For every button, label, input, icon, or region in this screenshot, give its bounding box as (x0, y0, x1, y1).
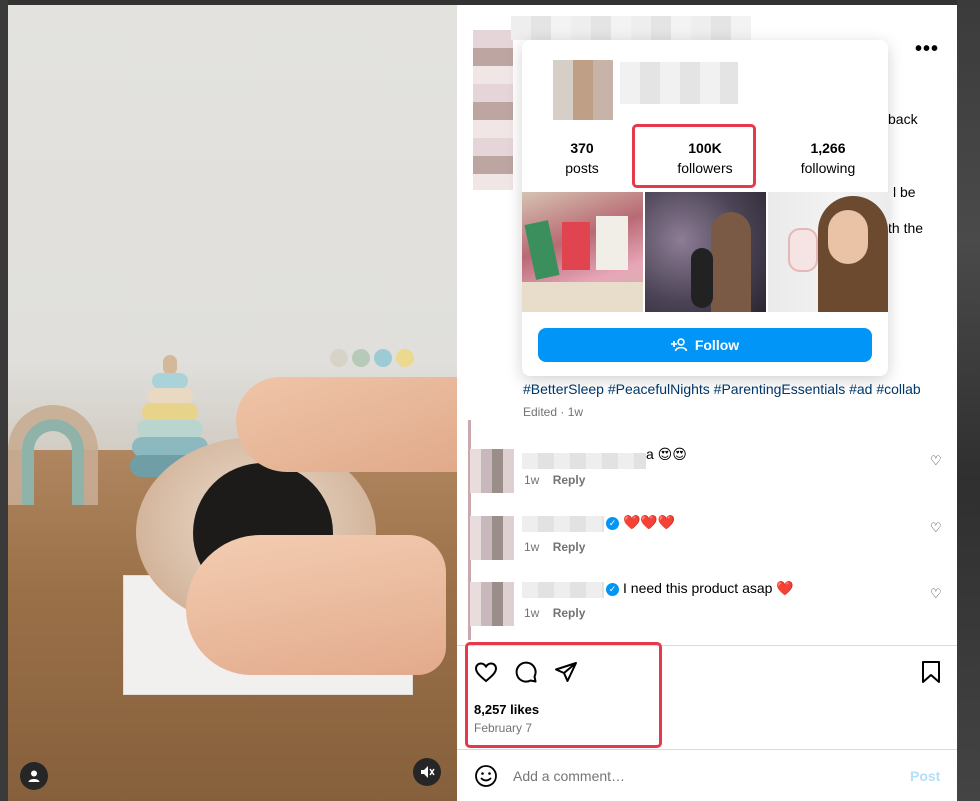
comment-avatar[interactable] (470, 449, 514, 493)
hover-card-thumbnail[interactable] (645, 192, 766, 312)
user-icon (28, 770, 40, 782)
edited-timestamp: Edited · 1w (523, 405, 584, 419)
highlight-box-actions (465, 642, 662, 748)
backdrop-right (957, 0, 980, 801)
video-toy-rainbow-inner (22, 419, 84, 505)
comment-meta: 1w Reply (524, 473, 585, 487)
stat-following-value: 1,266 (810, 140, 846, 156)
stat-following[interactable]: 1,266 following (778, 140, 878, 176)
backdrop-left (0, 0, 8, 801)
hover-card-username[interactable] (620, 62, 738, 104)
video-hand-top (236, 377, 457, 472)
verified-badge-icon: ✓ (606, 517, 619, 530)
reply-link[interactable]: Reply (553, 473, 586, 487)
comment-text: a 😍😍 (646, 446, 687, 462)
muted-speaker-icon (421, 766, 435, 778)
reply-link[interactable]: Reply (553, 540, 586, 554)
more-options-icon[interactable]: ••• (915, 38, 939, 61)
stat-posts[interactable]: 370 posts (532, 140, 632, 176)
verified-badge-icon: ✓ (606, 583, 619, 596)
comment-username[interactable] (522, 516, 604, 532)
comment-like-icon[interactable]: ♡ (930, 453, 942, 469)
post-comment-button[interactable]: Post (910, 768, 940, 784)
stat-following-label: following (800, 160, 856, 176)
comment-time: 1w (524, 606, 540, 620)
video-toy-abacus (308, 343, 457, 373)
comment-meta: 1w Reply (524, 540, 585, 554)
tagged-user-button[interactable] (20, 762, 48, 790)
actions-divider-bottom (457, 749, 957, 750)
comment-text: ✓ I need this product asap ❤️ (606, 580, 794, 597)
add-user-icon (670, 338, 688, 352)
emoji-smiley-icon[interactable] (474, 764, 498, 788)
comment-meta: 1w Reply (524, 606, 585, 620)
comment-item: ✓ ❤️❤️❤️ 1w Reply ♡ (468, 512, 948, 562)
add-comment-input[interactable] (513, 768, 893, 784)
comment-avatar[interactable] (470, 582, 514, 626)
hover-card-thumbnail[interactable] (522, 192, 643, 312)
caption-fragment: th the (888, 220, 924, 236)
stat-posts-value: 370 (570, 140, 594, 156)
comment-like-icon[interactable]: ♡ (930, 520, 942, 536)
hover-card-thumbnail[interactable] (768, 192, 889, 312)
comment-username[interactable] (522, 582, 604, 598)
save-bookmark-icon[interactable] (920, 660, 942, 684)
mute-button[interactable] (413, 758, 441, 786)
comment-time: 1w (524, 473, 540, 487)
comment-avatar[interactable] (470, 516, 514, 560)
caption-hashtags[interactable]: #BetterSleep #PeacefulNights #ParentingE… (523, 381, 921, 397)
comment-body: ❤️❤️❤️ (623, 514, 676, 530)
caption-fragment: l be (893, 184, 916, 200)
caption-fragment: back (888, 111, 918, 127)
follow-button-label: Follow (694, 337, 740, 353)
comment-item: ✓ I need this product asap ❤️ 1w Reply ♡ (468, 578, 948, 628)
follow-button[interactable]: Follow (538, 328, 872, 362)
reply-link[interactable]: Reply (553, 606, 586, 620)
comment-time: 1w (524, 540, 540, 554)
highlight-box-followers (632, 124, 756, 188)
comment-item: a 😍😍 1w Reply ♡ (468, 445, 948, 495)
comment-body: I need this product asap ❤️ (623, 580, 794, 596)
comment-like-icon[interactable]: ♡ (930, 586, 942, 602)
comment-username[interactable] (522, 453, 646, 469)
stat-posts-label: posts (565, 160, 599, 176)
comment-text: ✓ ❤️❤️❤️ (606, 514, 675, 531)
video-hand-bottom (186, 535, 446, 675)
hover-card-avatar[interactable] (553, 60, 613, 120)
post-video[interactable] (8, 5, 457, 801)
